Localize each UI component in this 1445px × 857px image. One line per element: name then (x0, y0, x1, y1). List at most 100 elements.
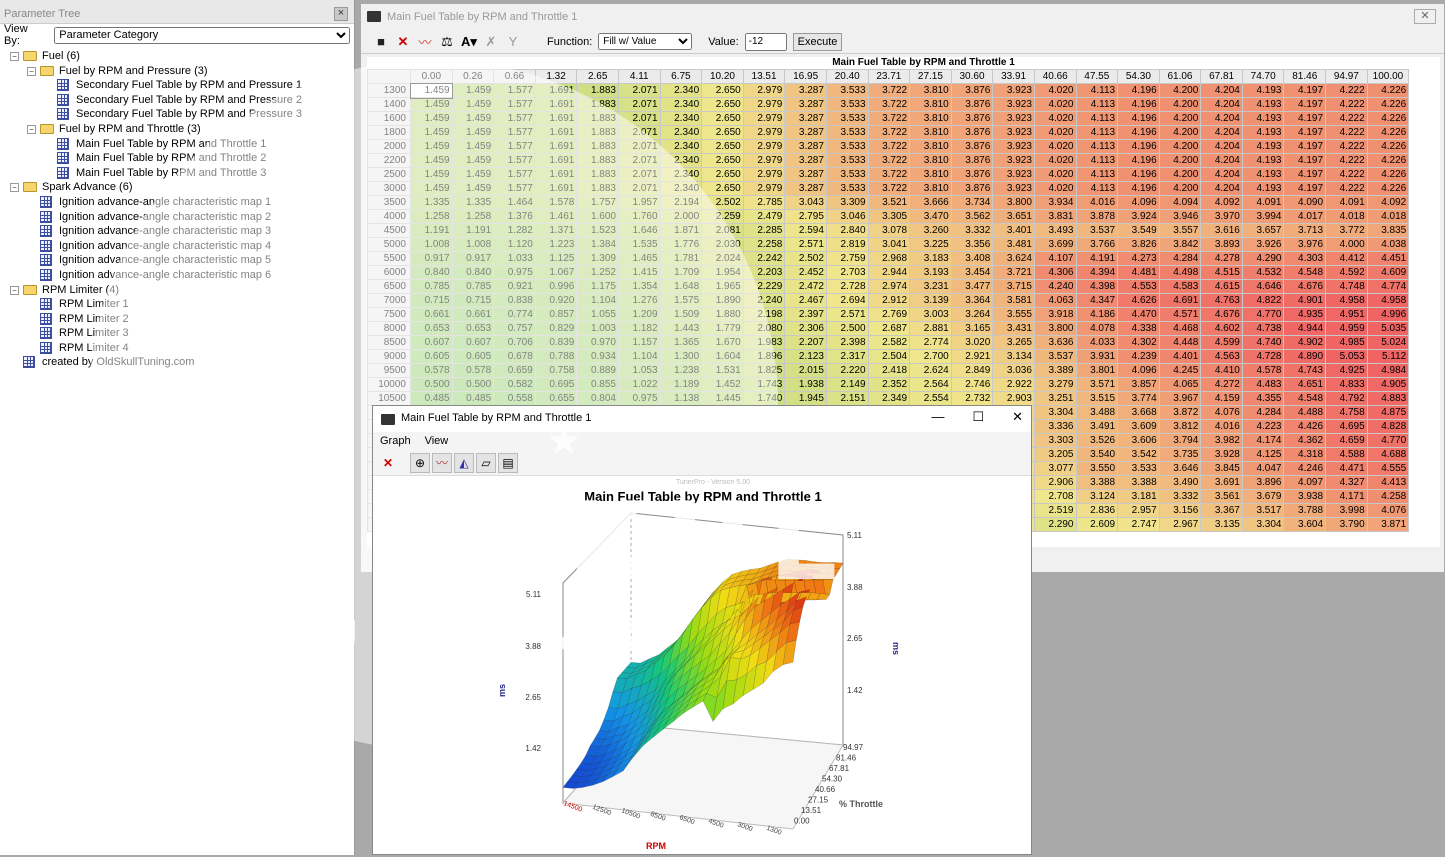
table-cell[interactable]: 2.650 (701, 139, 744, 154)
table-cell[interactable]: 4.355 (1241, 391, 1285, 406)
table-cell[interactable]: 3.251 (1033, 391, 1077, 406)
table-cell[interactable]: 4.223 (1241, 419, 1285, 434)
table-cell[interactable]: 2.571 (825, 307, 869, 322)
table-cell[interactable]: 4.996 (1366, 307, 1410, 322)
table-cell[interactable]: 3.876 (950, 167, 994, 182)
column-header[interactable]: 4.11 (617, 69, 661, 84)
row-header[interactable]: 1400 (367, 97, 411, 112)
table-cell[interactable]: 3.876 (950, 153, 994, 168)
table-cell[interactable]: 1.577 (493, 139, 536, 154)
table-cell[interactable]: 4.000 (1325, 237, 1368, 252)
table-cell[interactable]: 4.222 (1325, 97, 1368, 112)
table-cell[interactable]: 1.459 (451, 111, 495, 126)
table-cell[interactable]: 4.488 (1283, 405, 1327, 420)
table-cell[interactable]: 3.871 (1366, 517, 1410, 532)
table-cell[interactable]: 3.309 (825, 195, 869, 210)
table-cell[interactable]: 0.661 (451, 307, 495, 322)
table-cell[interactable]: 3.967 (1158, 391, 1202, 406)
table-cell[interactable]: 2.921 (950, 349, 994, 364)
tree-node[interactable]: Main Fuel Table by RPM and Throttle 2 (0, 151, 354, 166)
table-cell[interactable]: 1.459 (451, 167, 495, 182)
table-cell[interactable]: 2.398 (825, 335, 869, 350)
table-cell[interactable]: 2.957 (1117, 503, 1160, 518)
table-cell[interactable]: 3.078 (867, 223, 911, 238)
table-cell[interactable]: 3.287 (784, 83, 827, 98)
table-cell[interactable]: 1.223 (534, 237, 578, 252)
table-cell[interactable]: 2.071 (617, 181, 661, 196)
table-cell[interactable]: 4.599 (1200, 335, 1243, 350)
table-cell[interactable]: 2.229 (742, 279, 786, 294)
table-cell[interactable]: 4.193 (1241, 111, 1285, 126)
table-cell[interactable]: 4.583 (1158, 279, 1202, 294)
table-cell[interactable]: 1.880 (701, 307, 744, 322)
table-cell[interactable]: 2.836 (1075, 503, 1119, 518)
row-header[interactable]: 5500 (367, 251, 411, 266)
table-cell[interactable]: 4.020 (1033, 153, 1077, 168)
table-cell[interactable]: 2.240 (742, 293, 786, 308)
table-cell[interactable]: 4.483 (1241, 377, 1285, 392)
row-header[interactable]: 6000 (367, 265, 411, 280)
close-icon[interactable]: ✕ (1012, 409, 1023, 425)
table-cell[interactable]: 4.770 (1366, 433, 1410, 448)
table-cell[interactable]: 3.636 (1033, 335, 1077, 350)
table-cell[interactable]: 4.222 (1325, 83, 1368, 98)
table-cell[interactable]: 4.902 (1283, 335, 1327, 350)
table-cell[interactable]: 4.306 (1033, 265, 1077, 280)
table-cell[interactable]: 4.728 (1241, 349, 1285, 364)
table-cell[interactable]: 3.287 (784, 167, 827, 182)
table-cell[interactable]: 4.240 (1033, 279, 1077, 294)
table-cell[interactable]: 2.290 (1033, 517, 1077, 532)
table-cell[interactable]: 3.657 (1241, 223, 1285, 238)
table-cell[interactable]: 4.107 (1033, 251, 1077, 266)
table-cell[interactable]: 1.691 (534, 111, 578, 126)
table-cell[interactable]: 2.071 (617, 167, 661, 182)
table-cell[interactable]: 4.984 (1366, 363, 1410, 378)
table-cell[interactable]: 0.500 (451, 377, 495, 392)
column-header[interactable]: 54.30 (1117, 69, 1160, 84)
table-cell[interactable]: 4.412 (1325, 251, 1368, 266)
table-cell[interactable]: 5.053 (1325, 349, 1368, 364)
table-cell[interactable]: 3.156 (1158, 503, 1202, 518)
table-cell[interactable]: 1.282 (493, 223, 536, 238)
table-cell[interactable]: 4.193 (1241, 139, 1285, 154)
table-cell[interactable]: 3.810 (909, 153, 952, 168)
table-cell[interactable]: 4.426 (1283, 419, 1327, 434)
table-cell[interactable]: 4.020 (1033, 181, 1077, 196)
table-cell[interactable]: 4.905 (1366, 377, 1410, 392)
table-cell[interactable]: 1.371 (534, 223, 578, 238)
maximize-icon[interactable]: ☐ (972, 409, 984, 425)
table-cell[interactable]: 4.092 (1200, 195, 1243, 210)
table-cell[interactable]: 0.785 (410, 279, 453, 294)
table-cell[interactable]: 1.509 (659, 307, 703, 322)
table-cell[interactable]: 1.022 (617, 377, 661, 392)
table-cell[interactable]: 2.340 (659, 153, 703, 168)
table-cell[interactable]: 0.839 (534, 335, 578, 350)
table-cell[interactable]: 4.222 (1325, 139, 1368, 154)
table-cell[interactable]: 2.906 (1033, 475, 1077, 490)
table-cell[interactable]: 1.008 (410, 237, 453, 252)
table-cell[interactable]: 4.222 (1325, 167, 1368, 182)
table-cell[interactable]: 4.113 (1075, 181, 1119, 196)
table-cell[interactable]: 4.197 (1283, 139, 1327, 154)
table-cell[interactable]: 2.582 (867, 335, 911, 350)
table-cell[interactable]: 1.757 (576, 195, 619, 210)
table-cell[interactable]: 4.258 (1366, 489, 1410, 504)
table-cell[interactable]: 1.335 (410, 195, 453, 210)
table-cell[interactable]: 4.676 (1200, 307, 1243, 322)
table-cell[interactable]: 4.615 (1200, 279, 1243, 294)
table-cell[interactable]: 0.758 (534, 363, 578, 378)
table-cell[interactable]: 3.431 (992, 321, 1035, 336)
table-cell[interactable]: 3.713 (1283, 223, 1327, 238)
table-cell[interactable]: 3.842 (1158, 237, 1202, 252)
table-cell[interactable]: 4.204 (1200, 139, 1243, 154)
table-cell[interactable]: 0.485 (451, 391, 495, 406)
table-cell[interactable]: 1.883 (576, 139, 619, 154)
crosshair-icon[interactable]: ⊕ (410, 452, 430, 473)
table-cell[interactable]: 1.459 (451, 139, 495, 154)
column-header[interactable]: 10.20 (701, 69, 744, 84)
table-cell[interactable]: 1.954 (701, 265, 744, 280)
table-cell[interactable]: 4.092 (1366, 195, 1410, 210)
text-format-icon[interactable]: A▾ (461, 34, 477, 50)
table-cell[interactable]: 4.578 (1241, 363, 1285, 378)
table-cell[interactable]: 1.779 (701, 321, 744, 336)
